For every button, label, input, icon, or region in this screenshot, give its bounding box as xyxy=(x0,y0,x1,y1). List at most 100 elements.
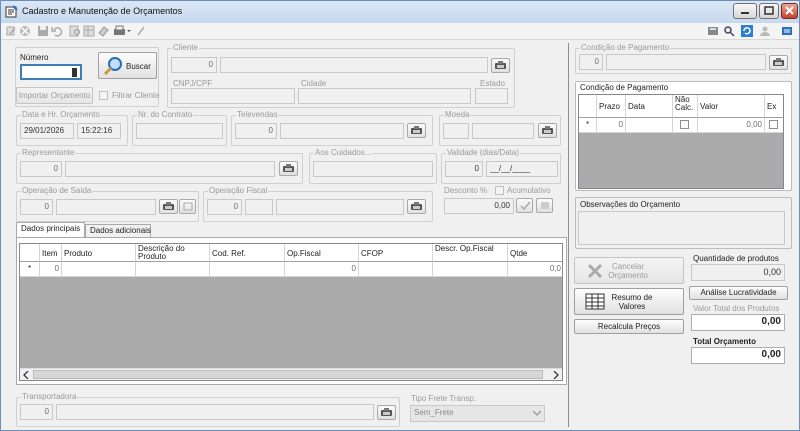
cond-pag-code[interactable]: 0 xyxy=(579,54,603,70)
op-fiscal-lookup-button[interactable] xyxy=(407,199,426,214)
scroll-left-icon[interactable] xyxy=(23,371,29,379)
cell-cod-ref[interactable] xyxy=(210,262,285,277)
maximize-button[interactable] xyxy=(759,3,779,19)
representante-name[interactable] xyxy=(65,161,275,177)
date-field[interactable]: 29/01/2026 xyxy=(20,123,74,139)
televendas-lookup-button[interactable] xyxy=(407,123,426,138)
observacoes-field[interactable] xyxy=(578,211,785,245)
calculator-icon[interactable] xyxy=(707,25,719,37)
cell-descricao[interactable] xyxy=(136,262,210,277)
moeda-code[interactable] xyxy=(443,123,469,139)
minimize-button[interactable] xyxy=(733,3,757,19)
importar-button[interactable]: Importar Orçamento xyxy=(16,87,93,104)
recalcula-button[interactable]: Recalcula Preços xyxy=(574,319,684,334)
frete-select[interactable]: Sem_Frete xyxy=(410,405,545,422)
validade-date[interactable]: __/__/____ xyxy=(486,161,558,177)
cell-valor[interactable]: 0,00 xyxy=(698,118,765,133)
op-fiscal-sub[interactable] xyxy=(245,199,273,215)
moeda-lookup-button[interactable] xyxy=(538,123,557,138)
op-saida-name[interactable] xyxy=(56,199,156,215)
tab-dados-adicionais[interactable]: Dados adicionais xyxy=(85,224,151,238)
op-fiscal-code[interactable]: 0 xyxy=(207,199,242,215)
col-op-fiscal[interactable]: Op.Fiscal xyxy=(285,244,359,262)
cell-item[interactable]: 0 xyxy=(40,262,62,277)
transportadora-code[interactable]: 0 xyxy=(20,404,53,420)
close-button[interactable] xyxy=(781,3,798,19)
nao-calc-checkbox[interactable] xyxy=(680,120,689,129)
buscar-button[interactable]: Buscar xyxy=(98,52,157,79)
analise-button[interactable]: Análise Lucratividade xyxy=(689,286,788,300)
col-valor[interactable]: Valor xyxy=(698,95,765,118)
col-cod-ref[interactable]: Cod. Ref. xyxy=(210,244,285,262)
transportadora-lookup-button[interactable] xyxy=(377,405,396,420)
numero-input[interactable] xyxy=(20,64,82,80)
scroll-right-icon[interactable] xyxy=(553,371,559,379)
user-icon[interactable] xyxy=(759,25,771,37)
col-qtde[interactable]: Qtde xyxy=(508,244,562,262)
find-icon[interactable] xyxy=(69,25,81,37)
cond-pag-lookup-button[interactable] xyxy=(769,55,788,70)
cell-prazo[interactable]: 0 xyxy=(597,118,626,133)
grid-icon[interactable] xyxy=(83,25,95,37)
scroll-thumb[interactable] xyxy=(33,370,543,379)
horizontal-scrollbar[interactable] xyxy=(20,368,562,380)
cancelar-button[interactable]: Cancelar Orçamento xyxy=(574,257,684,284)
representante-lookup-button[interactable] xyxy=(279,161,298,176)
op-saida-edit-button[interactable] xyxy=(179,199,196,214)
tab-dados-principais[interactable]: Dados principais xyxy=(16,222,85,238)
desconto-field[interactable]: 0,00 xyxy=(444,198,514,214)
edit-icon[interactable] xyxy=(5,25,17,37)
col-descricao[interactable]: Descrição do Produto xyxy=(136,244,210,262)
col-nao-calc[interactable]: Não Calc. xyxy=(673,95,698,118)
eraser-icon[interactable] xyxy=(97,25,109,37)
col-ex[interactable]: Ex xyxy=(765,95,783,118)
acumulativo-checkbox[interactable] xyxy=(495,186,504,195)
total-orcamento-field[interactable]: 0,00 xyxy=(691,347,785,364)
transportadora-name[interactable] xyxy=(56,404,374,420)
undo-icon[interactable] xyxy=(51,25,63,37)
cell-nao-calc[interactable] xyxy=(673,118,698,133)
aos-cuidados-field[interactable] xyxy=(313,161,433,177)
cell-cfop[interactable] xyxy=(359,262,433,277)
validade-days[interactable]: 0 xyxy=(445,161,483,177)
col-item[interactable]: Item xyxy=(40,244,62,262)
col-cfop[interactable]: CFOP xyxy=(359,244,433,262)
pencil-icon[interactable] xyxy=(135,25,147,37)
representante-code[interactable]: 0 xyxy=(20,161,62,177)
cond-pag-name[interactable] xyxy=(606,54,766,70)
filtrar-checkbox[interactable] xyxy=(99,91,108,100)
cell-ex[interactable] xyxy=(765,118,783,133)
moeda-name[interactable] xyxy=(472,123,534,139)
cliente-name[interactable] xyxy=(220,57,488,73)
resumo-button[interactable]: Resumo de Valores xyxy=(574,288,684,315)
cell-produto[interactable] xyxy=(62,262,136,277)
search-icon[interactable] xyxy=(723,25,735,37)
time-field[interactable]: 15:22:16 xyxy=(77,123,121,139)
op-saida-lookup-button[interactable] xyxy=(159,199,178,214)
col-produto[interactable]: Produto xyxy=(62,244,136,262)
desconto-apply-button[interactable] xyxy=(516,198,533,213)
cell-data[interactable] xyxy=(626,118,673,133)
op-saida-code[interactable]: 0 xyxy=(20,199,53,215)
valor-total-field[interactable]: 0,00 xyxy=(691,314,785,331)
cidade-field[interactable] xyxy=(298,88,471,104)
televendas-name[interactable] xyxy=(280,123,404,139)
col-prazo[interactable]: Prazo xyxy=(597,95,626,118)
contrato-field[interactable] xyxy=(136,123,223,139)
cell-op-fiscal[interactable]: 0 xyxy=(285,262,359,277)
cell-qtde[interactable]: 0,0 xyxy=(508,262,562,277)
cliente-lookup-button[interactable] xyxy=(491,58,510,73)
televendas-code[interactable]: 0 xyxy=(235,123,277,139)
menu-icon[interactable] xyxy=(781,25,793,37)
cnpj-field[interactable] xyxy=(171,88,295,104)
col-data[interactable]: Data xyxy=(626,95,673,118)
op-fiscal-name[interactable] xyxy=(276,199,404,215)
print-icon[interactable] xyxy=(113,25,131,37)
cliente-code[interactable]: 0 xyxy=(171,57,217,73)
cancel-icon[interactable] xyxy=(19,25,31,37)
ex-checkbox[interactable] xyxy=(769,120,778,129)
estado-field[interactable] xyxy=(475,88,508,104)
refresh-icon[interactable] xyxy=(741,25,753,37)
col-descr-op-fiscal[interactable]: Descr. Op.Fiscal xyxy=(433,244,508,262)
desconto-clear-button[interactable] xyxy=(536,198,553,213)
